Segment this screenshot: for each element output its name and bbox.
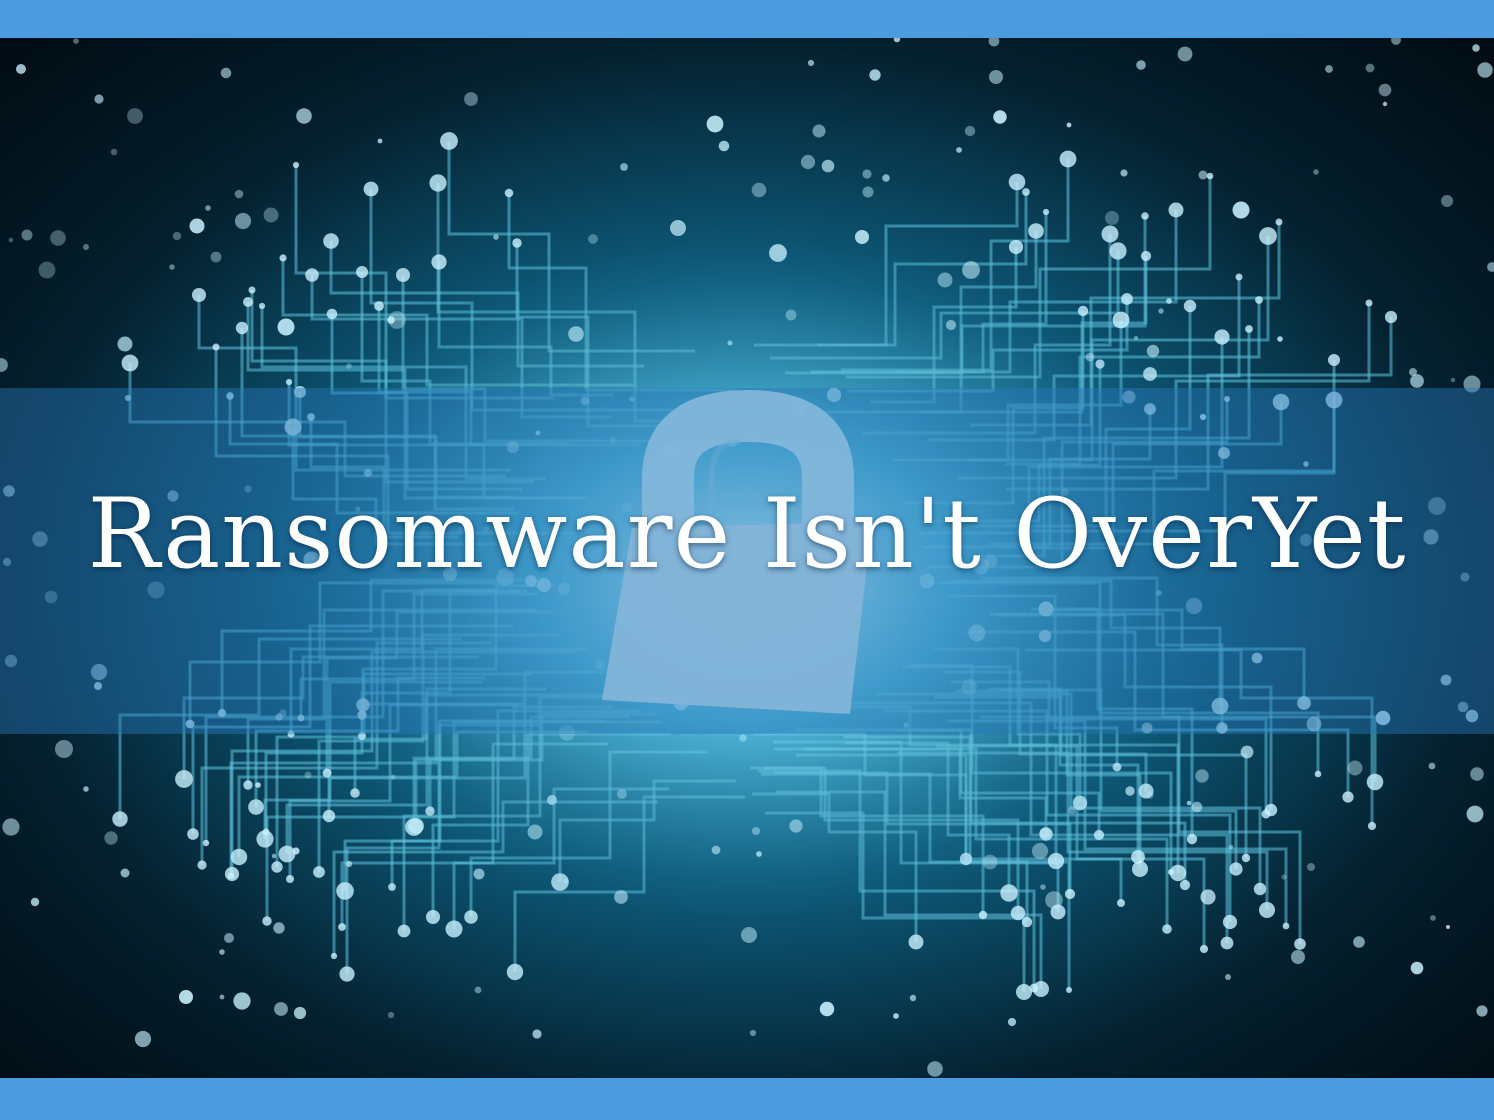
headline: Ransomware Isn't OverYet (87, 478, 1407, 590)
graphic-frame: Ransomware Isn't OverYet (0, 0, 1494, 1120)
